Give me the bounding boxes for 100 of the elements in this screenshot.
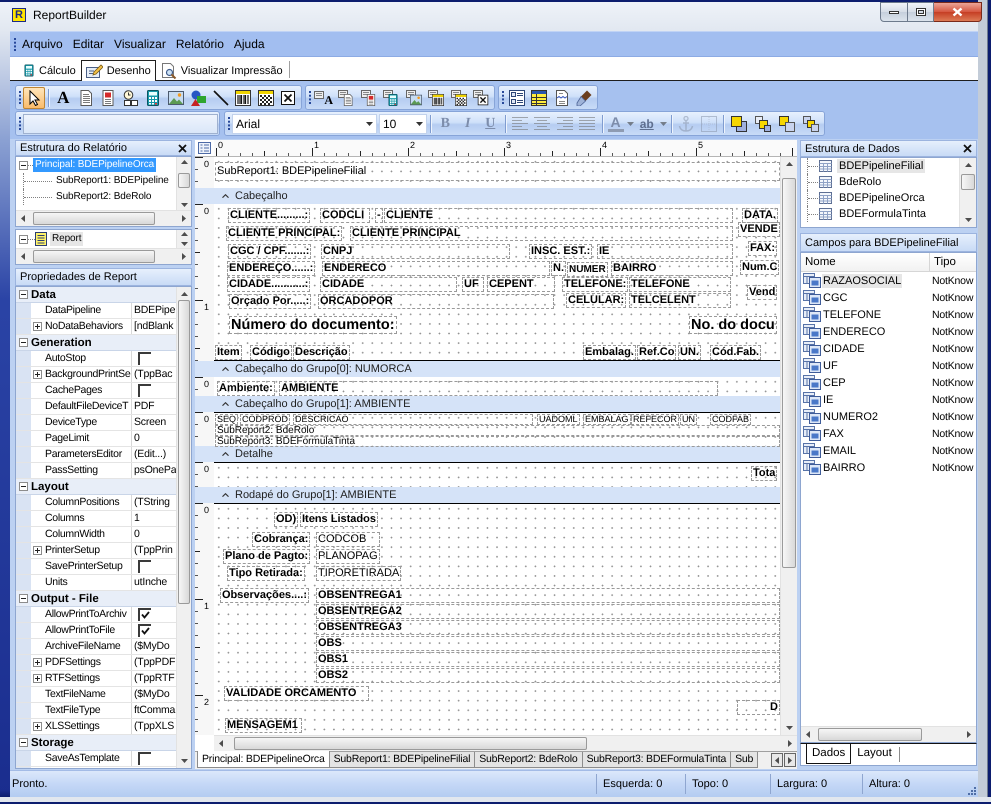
vertical-scrollbar[interactable] (176, 230, 191, 248)
report-component[interactable]: CLIENTE (384, 208, 733, 223)
down-arrow-icon[interactable] (180, 242, 188, 246)
up-arrow-icon[interactable] (180, 160, 188, 164)
report-tab[interactable]: Sub (730, 752, 758, 768)
checkbox[interactable] (138, 624, 151, 637)
size-combo[interactable]: 10 (379, 114, 427, 134)
report-component[interactable]: CELULAR: (566, 293, 626, 308)
scrollbar-thumb[interactable] (33, 212, 155, 225)
report-component[interactable]: Código (250, 345, 292, 360)
field-name[interactable]: UF (822, 358, 839, 372)
report-component[interactable]: Item (215, 345, 242, 360)
report-component[interactable]: Plano de Pagto: (223, 549, 310, 564)
tree-item[interactable]: BDEPipelineFilial (837, 159, 926, 173)
report-component[interactable]: UF (462, 277, 484, 292)
subreport-frame[interactable]: SubReport1: BDEPipelineFilial (215, 162, 780, 181)
left-arrow-icon[interactable] (806, 731, 810, 738)
report-component[interactable]: OBS (316, 636, 780, 651)
vertical-scrollbar[interactable] (780, 157, 797, 735)
report-component[interactable]: REFECOR (631, 414, 680, 425)
band-bar[interactable]: Cabeçalho do Grupo[1]: AMBIENTE (195, 396, 780, 412)
scrollbar-thumb[interactable] (178, 173, 190, 188)
horizontal-scrollbar[interactable] (16, 210, 191, 226)
scroll-left-button[interactable] (771, 753, 783, 767)
expand-icon[interactable] (33, 370, 42, 379)
up-arrow-icon[interactable] (180, 292, 188, 296)
collapse-icon[interactable] (19, 234, 28, 244)
menu-item[interactable]: Ajuda (228, 35, 270, 53)
band-bar[interactable]: Rodapé do Grupo[1]: AMBIENTE (195, 487, 780, 503)
tree-item[interactable]: Report (50, 232, 84, 246)
expand-icon[interactable] (33, 322, 42, 331)
field-name[interactable]: FAX (822, 426, 845, 440)
down-arrow-icon[interactable] (180, 203, 188, 207)
report-component[interactable]: DESCRICAO (293, 414, 533, 425)
report-component[interactable]: CLIENTE PRINCIPAL: (226, 226, 342, 241)
panel-tab[interactable]: Dados (806, 743, 852, 764)
field-name[interactable]: NUMERO2 (822, 410, 880, 424)
collapse-icon[interactable] (19, 160, 28, 170)
report-component[interactable]: MENSAGEM1 (225, 718, 302, 733)
report-component[interactable]: OBSENTREGA2 (316, 604, 780, 619)
edit-field[interactable] (23, 114, 218, 134)
right-arrow-icon[interactable] (182, 215, 186, 222)
menu-item[interactable]: Arquivo (17, 35, 68, 53)
band-bar[interactable]: Cabeçalho do Grupo[0]: NUMORCA (195, 361, 780, 377)
column-header[interactable]: Tipo (930, 253, 976, 271)
report-component[interactable]: N. (551, 261, 566, 276)
scrollbar-thumb[interactable] (234, 737, 587, 750)
expand-icon[interactable] (33, 658, 42, 667)
left-arrow-icon[interactable] (21, 253, 25, 260)
tree-item[interactable]: BDEFormulaTinta (837, 207, 928, 221)
expand-icon[interactable] (33, 546, 42, 555)
tree-item[interactable]: SubReport2: BdeRolo (54, 190, 154, 204)
checkbox[interactable] (138, 384, 151, 397)
down-arrow-icon[interactable] (180, 759, 188, 763)
report-component[interactable]: Orçado Por.....: (229, 294, 312, 309)
font-combo[interactable]: Arial (232, 114, 377, 134)
collapse-icon[interactable] (19, 338, 28, 347)
report-component[interactable]: CGC / CPF.......: (228, 244, 312, 259)
report-component[interactable]: NUMER (567, 262, 608, 277)
report-component[interactable]: TELEFONE: (562, 277, 628, 292)
report-component[interactable]: DATA. (742, 208, 778, 223)
collapse-icon[interactable] (19, 482, 28, 491)
band-bar[interactable]: Cabeçalho (195, 188, 780, 204)
report-component[interactable]: Num.C (740, 260, 780, 275)
report-tab[interactable]: Principal: BDEPipelineOrca (197, 751, 330, 768)
close-icon[interactable] (963, 144, 972, 153)
toolbar-button[interactable]: A (312, 86, 335, 108)
field-name[interactable]: IE (822, 392, 834, 406)
tree-item[interactable]: BDEPipelineOrca (837, 191, 927, 205)
report-component[interactable]: OBS1 (316, 652, 780, 667)
collapse-icon[interactable] (19, 738, 28, 747)
checkbox[interactable] (138, 608, 151, 621)
horizontal-scrollbar[interactable] (214, 735, 797, 751)
close-icon[interactable] (178, 144, 187, 152)
report-component[interactable]: Tipo Retirada: (227, 566, 305, 581)
field-name[interactable]: TELEFONE (822, 308, 882, 322)
up-arrow-icon[interactable] (786, 162, 792, 166)
property-category[interactable]: Data (16, 287, 176, 303)
property-category[interactable]: Layout (16, 479, 176, 495)
report-component[interactable]: ENDERECO (322, 261, 550, 276)
report-component[interactable]: Vend (747, 285, 778, 300)
report-tab[interactable]: SubReport1: BDEPipelineFilial (328, 752, 476, 768)
field-name[interactable]: CIDADE (822, 342, 866, 356)
field-name[interactable]: EMAIL (822, 444, 858, 458)
report-component[interactable]: UN (680, 414, 697, 425)
right-arrow-icon[interactable] (967, 731, 971, 738)
collapse-icon[interactable] (19, 594, 28, 603)
report-component[interactable]: Número do documento: (229, 316, 397, 334)
view-tab[interactable]: Visualizar Impressão (156, 60, 288, 80)
report-tab[interactable]: SubReport2: BdeRolo (474, 752, 583, 768)
tree-item[interactable]: SubReport1: BDEPipeline (54, 174, 171, 188)
menu-item[interactable]: Editar (68, 35, 110, 53)
report-component[interactable]: VALIDADE ORCAMENTO (224, 686, 369, 701)
up-arrow-icon[interactable] (964, 163, 972, 167)
report-component[interactable]: PLANOPAG (316, 549, 380, 564)
vertical-scrollbar[interactable] (176, 157, 191, 210)
scrollbar-thumb[interactable] (782, 178, 796, 568)
column-header[interactable]: Nome (801, 253, 930, 271)
menu-item[interactable]: Visualizar (109, 35, 171, 53)
report-component[interactable]: SEQ (215, 414, 238, 425)
